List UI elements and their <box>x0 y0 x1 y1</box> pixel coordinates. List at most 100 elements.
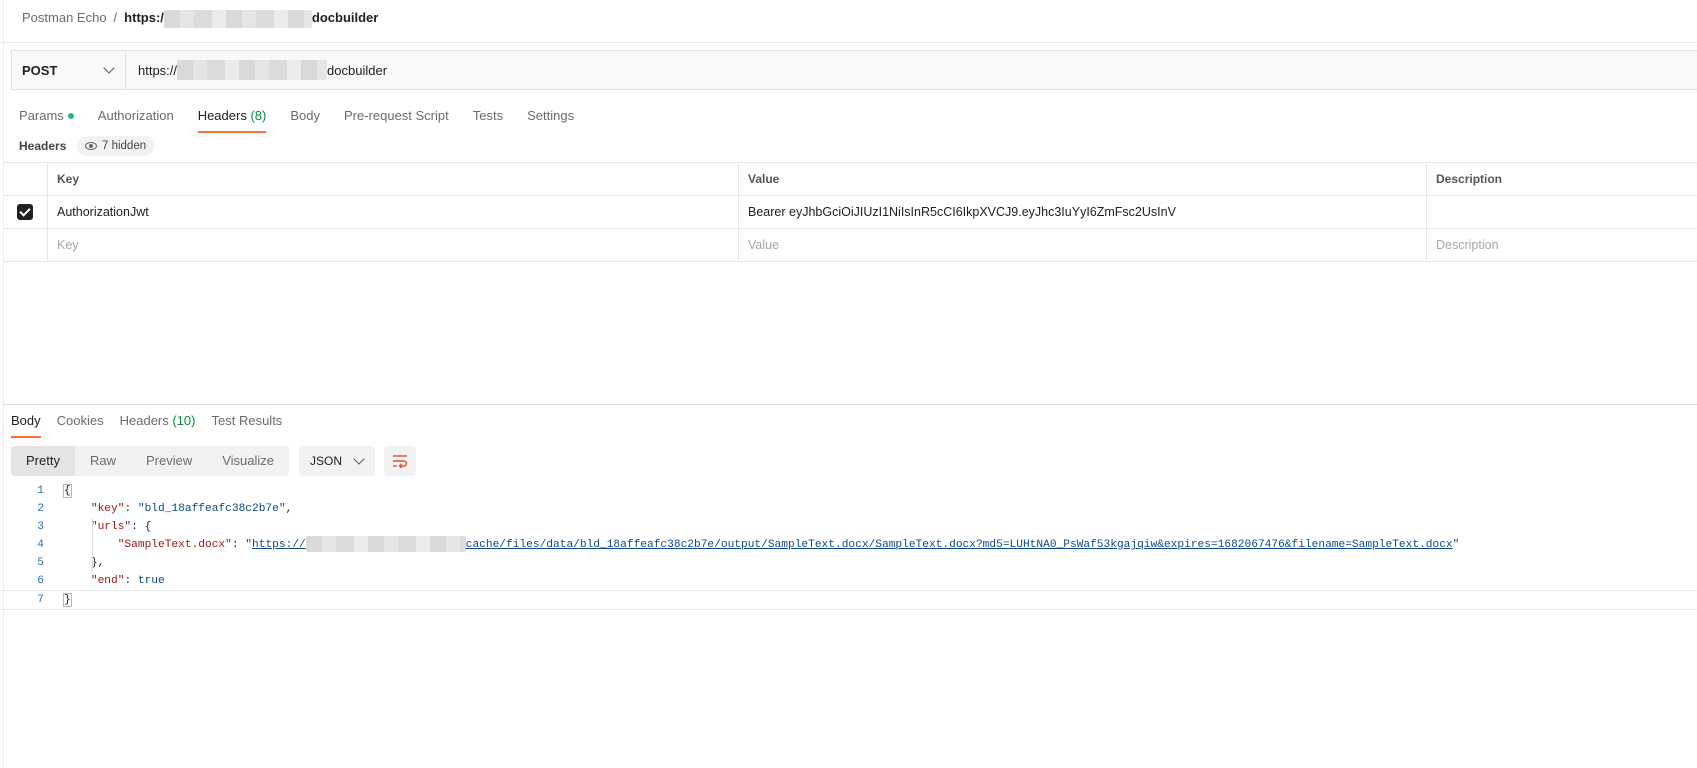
tab-tests[interactable]: Tests <box>473 101 503 131</box>
code-line: 5 }, <box>0 554 1697 572</box>
bracket: } <box>63 593 72 607</box>
breadcrumb-separator: / <box>113 10 118 25</box>
column-key: Key <box>48 163 739 195</box>
request-tabs: Params Authorization Headers (8) Body Pr… <box>19 101 574 133</box>
status-dot <box>67 112 74 119</box>
tab-headers-count: (8) <box>250 108 267 123</box>
response-tab-cookies-label: Cookies <box>56 413 104 428</box>
response-tab-body[interactable]: Body <box>11 406 41 438</box>
code-line: 4 "SampleText.docx": "https://cache/file… <box>0 536 1697 554</box>
line-number: 5 <box>37 557 44 569</box>
view-raw[interactable]: Raw <box>75 446 131 476</box>
method-label: POST <box>22 62 58 78</box>
response-tab-headers-count: (10) <box>172 413 196 428</box>
tab-headers-label: Headers <box>197 108 247 123</box>
tab-settings-label: Settings <box>527 108 575 123</box>
json-string: "bld_18affeafc38c2b7e" <box>137 503 286 515</box>
redacted-block <box>177 60 328 80</box>
tab-pre-request-script[interactable]: Pre-request Script <box>344 101 449 131</box>
request-bar: POST https:// docbuilder <box>11 50 1697 90</box>
new-key-input[interactable]: Key <box>48 229 739 261</box>
view-pretty[interactable]: Pretty <box>11 446 75 476</box>
table-row-new: Key Value Description <box>3 229 1697 262</box>
breadcrumb: Postman Echo / https:/ docbuilder <box>22 8 378 28</box>
code-line: 1 { <box>0 482 1697 500</box>
response-tab-test-results-label: Test Results <box>211 413 283 428</box>
line-number: 2 <box>37 503 44 515</box>
response-divider[interactable] <box>3 404 1697 405</box>
header-check-column <box>3 163 48 195</box>
column-description: Description <box>1436 172 1503 186</box>
bracket: { <box>63 484 72 498</box>
code-line-active: 7 } <box>0 590 1697 610</box>
breadcrumb-url-prefix: https:/ <box>124 10 164 25</box>
code-line: 6 "end": true <box>0 572 1697 590</box>
tab-authorization-label: Authorization <box>97 108 174 123</box>
redacted-block <box>305 536 466 553</box>
json-key: "end" <box>90 575 125 587</box>
eye-icon <box>85 142 97 150</box>
hidden-headers-toggle[interactable]: 7 hidden <box>77 136 155 156</box>
tab-params-label: Params <box>19 108 64 123</box>
line-number: 7 <box>37 594 44 606</box>
new-value-input[interactable]: Value <box>739 229 1427 261</box>
code-line: 2 "key": "bld_18affeafc38c2b7e", <box>0 500 1697 518</box>
left-border <box>3 0 4 768</box>
checkbox-checked-icon[interactable] <box>17 204 33 220</box>
headers-section-label: Headers <box>19 139 67 153</box>
line-number: 3 <box>37 521 44 533</box>
json-key: "urls" <box>90 521 132 533</box>
indent-guide <box>92 518 93 572</box>
tab-body-label: Body <box>290 108 320 123</box>
header-key-cell[interactable]: AuthorizationJwt <box>48 196 739 228</box>
json-quote: " <box>245 539 253 551</box>
row-checkbox-cell <box>3 196 48 228</box>
json-url-suffix: cache/files/data/bld_18affeafc38c2b7e/ou… <box>465 539 1453 551</box>
json-key: "key" <box>90 503 125 515</box>
breadcrumb-collection[interactable]: Postman Echo <box>22 8 107 28</box>
json-boolean: true <box>137 575 165 587</box>
line-number: 1 <box>37 485 44 497</box>
code-line: 3 "urls": { <box>0 518 1697 536</box>
tab-body[interactable]: Body <box>290 101 320 131</box>
url-input[interactable]: https:// docbuilder <box>126 51 387 89</box>
headers-table: Key Value Description AuthorizationJwt B… <box>3 162 1697 262</box>
tab-headers[interactable]: Headers (8) <box>197 101 267 133</box>
response-tab-headers[interactable]: Headers (10) <box>120 406 196 436</box>
column-value: Value <box>739 163 1427 195</box>
format-label: JSON <box>310 454 343 468</box>
hidden-headers-label: 7 hidden <box>102 140 147 152</box>
view-preview[interactable]: Preview <box>131 446 207 476</box>
tab-pre-request-script-label: Pre-request Script <box>343 108 449 123</box>
line-number: 4 <box>37 539 44 551</box>
tab-params[interactable]: Params <box>19 101 74 131</box>
response-body-editor[interactable]: 1 { 2 "key": "bld_18affeafc38c2b7e", 3 "… <box>0 482 1697 610</box>
response-tab-headers-label: Headers <box>119 413 169 428</box>
new-description-input[interactable]: Description <box>1427 229 1697 261</box>
format-select[interactable]: JSON <box>299 446 375 476</box>
response-tab-cookies[interactable]: Cookies <box>57 406 104 436</box>
view-mode-control: Pretty Raw Preview Visualize <box>11 446 290 476</box>
wrap-lines-button[interactable] <box>384 446 416 476</box>
tab-settings[interactable]: Settings <box>527 101 574 131</box>
chevron-down-icon <box>353 453 365 465</box>
header-value-cell[interactable]: Bearer eyJhbGciOiJIUzI1NiIsInR5cCI6IkpXV… <box>739 196 1427 228</box>
redacted-block <box>163 9 312 28</box>
url-suffix: docbuilder <box>327 62 388 78</box>
response-tabs: Body Cookies Headers (10) Test Results <box>11 406 283 438</box>
json-quote: " <box>1452 539 1460 551</box>
table-row: AuthorizationJwt Bearer eyJhbGciOiJIUzI1… <box>3 196 1697 229</box>
json-url-link[interactable]: https:// cache/files/data/bld_18affeafc38… <box>252 536 1453 553</box>
breadcrumb-url-suffix: docbuilder <box>311 10 379 25</box>
url-prefix: https:// <box>138 62 178 78</box>
breadcrumb-request-name[interactable]: https:/ docbuilder <box>124 8 378 28</box>
table-header-row: Key Value Description <box>3 163 1697 196</box>
json-key: "SampleText.docx" <box>117 539 232 551</box>
method-select[interactable]: POST <box>12 51 126 89</box>
view-visualize[interactable]: Visualize <box>207 446 289 476</box>
header-description-cell[interactable] <box>1427 196 1697 228</box>
response-tab-test-results[interactable]: Test Results <box>212 406 283 436</box>
wrap-lines-icon <box>393 455 408 468</box>
header-divider <box>0 42 1697 43</box>
tab-authorization[interactable]: Authorization <box>98 101 174 131</box>
